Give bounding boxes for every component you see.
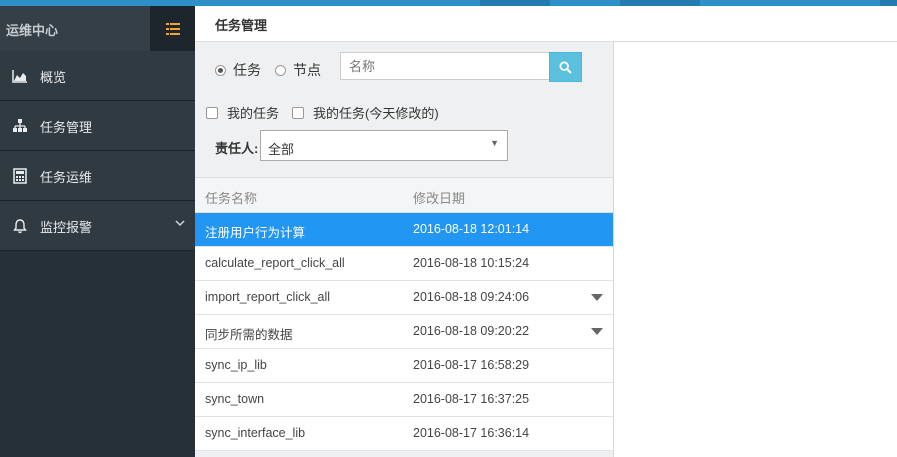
filter-checkbox-group: 我的任务 我的任务(今天修改的) xyxy=(206,103,452,122)
column-header-name: 任务名称 xyxy=(205,191,258,206)
checkbox-my-tasks-label[interactable]: 我的任务 xyxy=(227,103,279,122)
task-date: 2016-08-17 16:58:29 xyxy=(413,358,530,372)
calculator-icon xyxy=(13,168,27,184)
task-name: calculate_report_click_all xyxy=(205,256,345,270)
sidebar-item-label: 监控报警 xyxy=(40,220,93,235)
caret-down-icon[interactable] xyxy=(591,328,603,335)
select-arrow-icon: ▼ xyxy=(490,138,499,148)
sidebar-item-monitor-alarm[interactable]: 监控报警 xyxy=(0,201,195,251)
table-row[interactable]: 同步所需的数据 2016-08-18 09:20:22 xyxy=(195,315,613,349)
table-row[interactable]: sync_interface_lib 2016-08-17 16:36:14 xyxy=(195,417,613,451)
task-name: sync_town xyxy=(205,392,265,406)
type-radio-group: 任务 节点 xyxy=(215,60,335,80)
sidebar-item-label: 任务运维 xyxy=(40,170,93,185)
checkbox-my-tasks-today-label[interactable]: 我的任务(今天修改的) xyxy=(313,103,439,122)
task-name: sync_interface_lib xyxy=(205,426,306,440)
task-name: 注册用户行为计算 xyxy=(205,226,306,240)
bell-icon xyxy=(13,219,27,234)
table-row[interactable]: calculate_report_click_all 2016-08-18 10… xyxy=(195,247,613,281)
task-list-panel: 任务 节点 我的任务 我的任务(今天修改的) 责任人: 全部 ▼ 任务名称 修改… xyxy=(195,42,614,457)
table-row[interactable]: sync_ip_lib 2016-08-17 16:58:29 xyxy=(195,349,613,383)
task-date: 2016-08-18 09:20:22 xyxy=(413,324,530,338)
task-name: 同步所需的数据 xyxy=(205,328,293,342)
chevron-down-icon xyxy=(175,220,185,227)
table-row[interactable]: 注册用户行为计算 2016-08-18 12:01:14 xyxy=(195,213,613,247)
task-name: import_report_click_all xyxy=(205,290,331,304)
search-input[interactable] xyxy=(340,52,550,80)
owner-select-value: 全部 xyxy=(268,142,295,157)
sidebar-item-overview[interactable]: 概览 xyxy=(0,51,195,101)
caret-down-icon[interactable] xyxy=(591,294,603,301)
radio-task[interactable] xyxy=(215,64,226,76)
checkbox-my-tasks-today[interactable] xyxy=(292,106,305,119)
sidebar-item-label: 任务管理 xyxy=(40,120,93,135)
brand-title: 运维中心 xyxy=(6,23,59,38)
task-date: 2016-08-18 09:24:06 xyxy=(413,290,530,304)
column-header-date: 修改日期 xyxy=(413,191,466,206)
owner-select[interactable]: 全部 ▼ xyxy=(260,130,508,161)
sidebar: 运维中心 概览 任务管理 任务运维 监控报警 xyxy=(0,6,195,457)
table-header: 任务名称 修改日期 xyxy=(195,177,613,213)
task-date: 2016-08-17 16:37:25 xyxy=(413,392,530,406)
sidebar-toggle-button[interactable] xyxy=(150,6,195,51)
radio-task-label[interactable]: 任务 xyxy=(233,60,261,80)
sidebar-item-task-management[interactable]: 任务管理 xyxy=(0,101,195,151)
sidebar-item-label: 概览 xyxy=(40,70,67,85)
sitemap-icon xyxy=(13,119,27,132)
sidebar-header: 运维中心 xyxy=(0,6,195,51)
task-date: 2016-08-18 10:15:24 xyxy=(413,256,530,270)
search-button[interactable] xyxy=(549,52,582,82)
area-chart-icon xyxy=(12,70,27,83)
list-icon xyxy=(165,22,180,35)
task-date: 2016-08-18 12:01:14 xyxy=(413,222,530,236)
task-table: 任务名称 修改日期 注册用户行为计算 2016-08-18 12:01:14 c… xyxy=(195,177,613,451)
sidebar-item-task-ops[interactable]: 任务运维 xyxy=(0,151,195,201)
main-header: 任务管理 xyxy=(195,6,897,42)
table-row[interactable]: import_report_click_all 2016-08-18 09:24… xyxy=(195,281,613,315)
owner-label: 责任人: xyxy=(215,141,259,156)
checkbox-my-tasks[interactable] xyxy=(206,106,218,119)
task-name: sync_ip_lib xyxy=(205,358,267,372)
radio-node-label[interactable]: 节点 xyxy=(293,60,321,80)
table-row[interactable]: sync_town 2016-08-17 16:37:25 xyxy=(195,383,613,417)
search-icon xyxy=(559,60,572,74)
radio-node[interactable] xyxy=(275,64,286,76)
page-title: 任务管理 xyxy=(215,18,268,33)
task-date: 2016-08-17 16:36:14 xyxy=(413,426,530,440)
